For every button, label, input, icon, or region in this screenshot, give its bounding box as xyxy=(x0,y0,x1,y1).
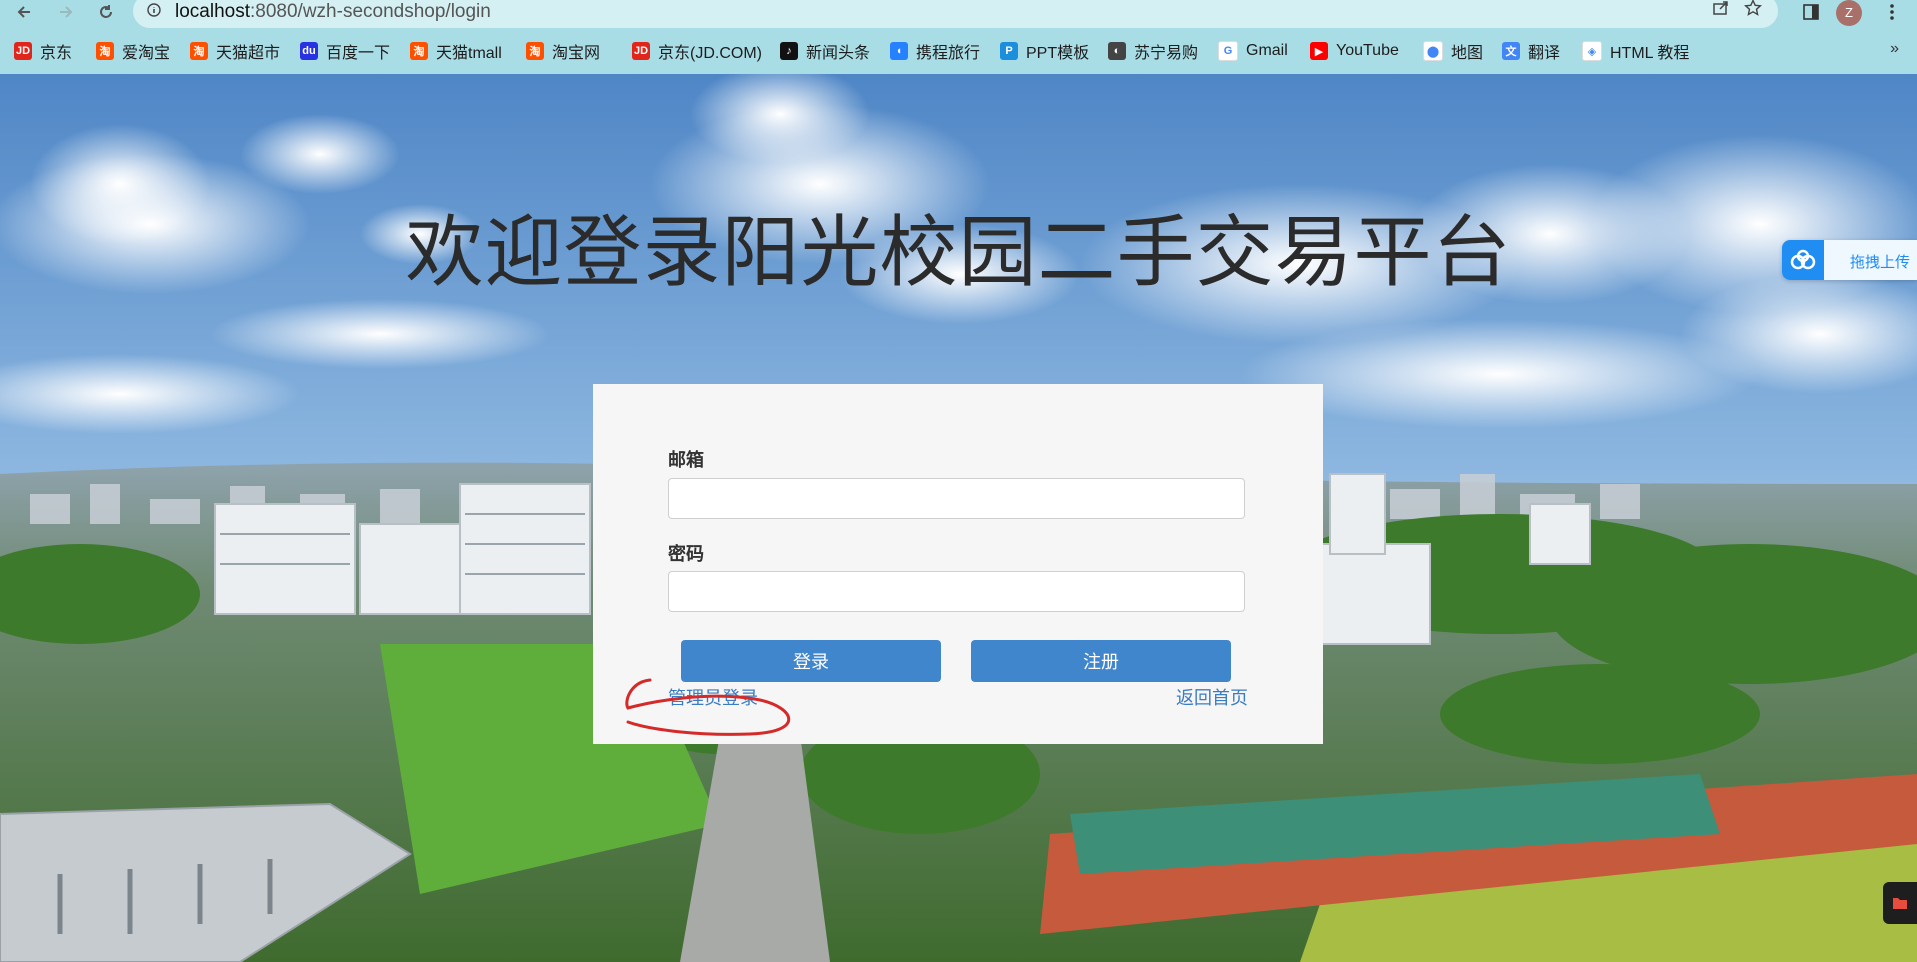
bookmark-label: 翻译 xyxy=(1528,45,1561,62)
url-host: localhost xyxy=(175,1,250,22)
maps-icon: ⬤ xyxy=(1423,41,1443,61)
bookmark-label: 携程旅行 xyxy=(916,45,981,62)
bookmark-item[interactable]: P PPT模板 xyxy=(1000,40,1089,62)
bookmark-label: HTML 教程 xyxy=(1610,45,1690,62)
email-label: 邮箱 xyxy=(668,450,704,470)
browser-toolbar: localhost:8080/wzh-secondshop/login Z xyxy=(0,0,1917,28)
drag-upload-label: 拖拽上传 xyxy=(1850,254,1911,271)
url-text[interactable]: localhost:8080/wzh-secondshop/login xyxy=(175,1,491,23)
bookmark-label: Gmail xyxy=(1246,42,1288,59)
bookmark-item[interactable]: 淘天猫tmall xyxy=(410,40,502,62)
bookmarks-bar: » JD 京东淘爱淘宝淘天猫超市 du 百度一下淘天猫tmall 淘淘宝网 JD 京东(JD… xyxy=(0,28,1917,74)
bookmark-item[interactable]: JD 京东(JD.COM) xyxy=(632,40,762,62)
bookmark-item[interactable]: ◈ HTML 教程 xyxy=(1582,40,1689,62)
profile-avatar[interactable]: Z xyxy=(1836,0,1862,26)
taobao-icon: 淘 xyxy=(190,42,208,60)
share-icon[interactable] xyxy=(1709,0,1733,20)
bookmark-item[interactable]: ◐ 苏宁易购 xyxy=(1108,40,1198,62)
drag-upload-widget[interactable]: 拖拽上传 xyxy=(1782,240,1917,280)
folder-widget[interactable] xyxy=(1883,882,1917,924)
bookmark-item[interactable]: 文翻译 xyxy=(1502,40,1560,62)
bookmark-item[interactable]: 淘爱淘宝 xyxy=(96,40,170,62)
runoob-icon: ◈ xyxy=(1582,41,1602,61)
bookmark-label: 天猫tmall xyxy=(436,45,502,62)
password-field[interactable] xyxy=(668,571,1245,612)
bookmark-item[interactable]: G Gmail xyxy=(1218,40,1288,62)
jd-icon: JD xyxy=(632,42,650,60)
bookmark-item[interactable]: ◖ 携程旅行 xyxy=(890,40,980,62)
register-button[interactable]: 注册 xyxy=(971,640,1231,682)
bookmark-label: 京东(JD.COM) xyxy=(658,45,762,62)
bookmark-item[interactable]: du 百度一下 xyxy=(300,40,390,62)
forward-icon[interactable] xyxy=(54,0,78,24)
bookmark-item[interactable]: ▶ YouTube xyxy=(1310,40,1399,62)
bookmarks-overflow-icon[interactable]: » xyxy=(1890,40,1899,58)
bookmark-label: 新闻头条 xyxy=(806,45,871,62)
baidu-icon: du xyxy=(300,42,318,60)
youtube-icon: ▶ xyxy=(1310,42,1328,60)
translate-icon: 文 xyxy=(1502,42,1520,60)
bookmark-label: 百度一下 xyxy=(326,45,391,62)
page-title: 欢迎登录阳光校园二手交易平台 xyxy=(405,208,1512,298)
site-info-icon[interactable] xyxy=(147,3,161,22)
bookmark-item[interactable]: 淘天猫超市 xyxy=(190,40,280,62)
bookmark-label: 淘宝网 xyxy=(552,45,601,62)
globe-icon: ◐ xyxy=(1108,42,1126,60)
taobao-icon: 淘 xyxy=(410,42,428,60)
reload-icon[interactable] xyxy=(94,0,118,24)
taobao-icon: 淘 xyxy=(526,42,544,60)
sidepanel-icon[interactable] xyxy=(1799,0,1823,24)
menu-icon[interactable] xyxy=(1880,0,1904,24)
back-icon[interactable] xyxy=(12,0,36,24)
star-icon[interactable] xyxy=(1741,0,1765,20)
bookmark-label: 京东 xyxy=(40,45,73,62)
ctrip-icon: ◖ xyxy=(890,42,908,60)
bookmark-label: PPT模板 xyxy=(1026,45,1090,62)
back-home-link[interactable]: 返回首页 xyxy=(1176,684,1248,710)
bookmark-label: 地图 xyxy=(1451,45,1484,62)
address-bar[interactable]: localhost:8080/wzh-secondshop/login xyxy=(133,0,1778,28)
jd-icon: JD xyxy=(14,42,32,60)
bookmark-item[interactable]: ⬤ 地图 xyxy=(1423,40,1483,62)
bookmark-label: 天猫超市 xyxy=(216,45,281,62)
folder-icon xyxy=(1893,898,1907,909)
bookmark-label: YouTube xyxy=(1336,42,1399,59)
bookmark-item[interactable]: JD 京东 xyxy=(14,40,72,62)
url-path: :8080/wzh-secondshop/login xyxy=(250,1,491,22)
bookmark-item[interactable]: 淘淘宝网 xyxy=(526,40,600,62)
red-circle-annotation xyxy=(620,672,810,743)
password-label: 密码 xyxy=(668,544,704,564)
cloud-upload-icon xyxy=(1782,240,1824,280)
bookmark-label: 爱淘宝 xyxy=(122,45,171,62)
tiktok-icon: ♪ xyxy=(780,42,798,60)
bookmark-item[interactable]: ♪ 新闻头条 xyxy=(780,40,870,62)
google-icon: G xyxy=(1218,41,1238,61)
ppt-icon: P xyxy=(1000,42,1018,60)
taobao-icon: 淘 xyxy=(96,42,114,60)
bookmark-label: 苏宁易购 xyxy=(1134,45,1199,62)
email-field[interactable] xyxy=(668,478,1245,519)
